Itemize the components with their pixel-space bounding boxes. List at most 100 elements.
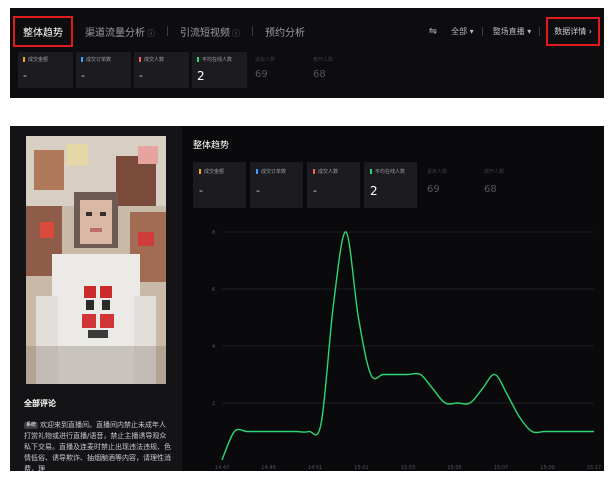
x-tick-label: 14:49 [261, 465, 275, 471]
metric-card[interactable]: 进房人数 69 [421, 162, 474, 208]
all-filter-label: 全部 [451, 26, 468, 36]
tab-label: 整体趋势 [23, 27, 63, 39]
metric-card[interactable]: 成交人数 - [307, 162, 360, 208]
x-tick-label: 15:17 [587, 465, 601, 471]
metric-value: 2 [370, 184, 378, 198]
metric-card[interactable]: 平均在线人数 2 [364, 162, 417, 208]
x-tick-label: 15:01 [354, 465, 368, 471]
metric-label-text: 成交人数 [144, 57, 165, 63]
live-filter-label: 整场直播 [492, 26, 525, 36]
metric-card[interactable]: 成交订单数 - [250, 162, 303, 208]
comments-title: 全部评论 [24, 399, 56, 408]
help-icon[interactable]: ⓘ [147, 29, 155, 38]
metric-value: 68 [313, 69, 326, 80]
live-filter-dropdown[interactable]: 整场直播 ▾ [493, 26, 532, 37]
metric-value: - [199, 184, 203, 197]
metric-color-marker [23, 57, 25, 62]
toolbar-divider [539, 26, 541, 36]
metric-card[interactable]: 离开人数 68 [308, 52, 363, 88]
online-trend-chart[interactable]: 2 4 6 8 14:47 14:49 14:51 15:01 15:03 15:05 15:07 1… [182, 218, 604, 471]
metric-value: 69 [427, 184, 440, 195]
metric-card[interactable]: 进房人数 69 [250, 52, 305, 88]
toolbar: ⇋ 全部 ▾ 整场直播 ▾ 数据详情 › [429, 14, 600, 48]
y-tick-label: 6 [212, 287, 215, 293]
tab-label: 渠道流量分析 [85, 27, 145, 39]
metric-label-text: 离开人数 [484, 169, 505, 175]
metric-value: - [313, 184, 317, 197]
metric-card[interactable]: 平均在线人数 2 [192, 52, 247, 88]
metric-label-text: 离开人数 [313, 57, 334, 63]
metric-label: 成交金额 [23, 56, 68, 63]
metric-card[interactable]: 离开人数 68 [478, 162, 531, 208]
data-detail-label: 数据详情 [554, 26, 587, 36]
x-tick-label: 15:05 [447, 465, 461, 471]
y-tick-label: 8 [212, 230, 215, 236]
live-video-preview[interactable] [26, 136, 166, 384]
tab-label: 预约分析 [265, 27, 305, 39]
x-tick-label: 15:03 [401, 465, 415, 471]
top-panel: 整体趋势 渠道流量分析 ⓘ 引流短视频 ⓘ 预约分析 ⇋ 全部 ▾ 整场直播 ▾ 数… [10, 8, 604, 98]
metric-label: 成交人数 [313, 168, 354, 175]
metric-label: 进房人数 [427, 168, 468, 175]
metric-color-marker [313, 169, 315, 174]
metric-label: 平均在线人数 [370, 168, 411, 175]
tab-short-video[interactable]: 引流短视频 ⓘ [180, 24, 240, 39]
metric-label-text: 成交订单数 [86, 57, 112, 63]
x-tick-label: 15:09 [540, 465, 554, 471]
metric-card[interactable]: 成交金额 - [193, 162, 246, 208]
section-title: 整体趋势 [193, 141, 230, 151]
metric-label-text: 成交金额 [204, 169, 225, 175]
tab-overall-trend[interactable]: 整体趋势 [13, 15, 73, 47]
metric-label-text: 成交订单数 [261, 169, 287, 175]
metric-card[interactable]: 成交人数 - [134, 52, 189, 88]
system-comment: 系统 欢迎来到直播间。直播间内禁止未成年人打赏礼物或进行直播/语音，禁止主播诱导观… [24, 420, 172, 471]
x-tick-label: 15:07 [494, 465, 508, 471]
trend-metric-cards: 成交金额 - 成交订单数 - 成交人数 - 平均在线人数 2 进房人数 69 离开人数 68 [193, 162, 535, 208]
metric-value: - [81, 69, 85, 82]
x-tick-label: 14:51 [308, 465, 322, 471]
metric-label-text: 成交人数 [318, 169, 339, 175]
tab-channel-traffic[interactable]: 渠道流量分析 ⓘ [85, 24, 155, 39]
tab-bar: 整体趋势 渠道流量分析 ⓘ 引流短视频 ⓘ 预约分析 [10, 14, 317, 48]
metric-value: 68 [484, 184, 497, 195]
metric-label: 离开人数 [313, 56, 358, 63]
trend-section: 整体趋势 成交金额 - 成交订单数 - 成交人数 - 平均在线人数 2 进房人数 69 离开人数 68… [182, 126, 604, 471]
metric-value: - [23, 69, 27, 82]
comment-text: 欢迎来到直播间。直播间内禁止未成年人打赏礼物或进行直播/语音，禁止主播诱导观众私… [24, 421, 171, 471]
metric-card[interactable]: 成交金额 - [18, 52, 73, 88]
metric-value: - [139, 69, 143, 82]
video-frame-image [26, 136, 166, 384]
sliders-icon[interactable]: ⇋ [429, 26, 437, 37]
metric-label-text: 成交金额 [28, 57, 49, 63]
tab-reservation[interactable]: 预约分析 [265, 24, 305, 39]
metric-color-marker [370, 169, 372, 174]
metric-label: 成交订单数 [256, 168, 297, 175]
tab-divider [252, 26, 253, 36]
metric-color-marker [81, 57, 83, 62]
tab-divider [167, 26, 168, 36]
metric-card[interactable]: 成交订单数 - [76, 52, 131, 88]
data-detail-button[interactable]: 数据详情 › [546, 16, 600, 46]
y-tick-label: 2 [212, 401, 215, 407]
metric-value: 2 [197, 69, 205, 83]
toolbar-divider [481, 26, 483, 36]
main-panel: 全部评论 系统 欢迎来到直播间。直播间内禁止未成年人打赏礼物或进行直播/语音，禁止… [10, 126, 604, 471]
metric-label-text: 平均在线人数 [202, 57, 233, 63]
metric-label-text: 进房人数 [427, 169, 448, 175]
metric-label: 平均在线人数 [197, 56, 242, 63]
system-badge: 系统 [24, 422, 39, 429]
metric-color-marker [256, 169, 258, 174]
metric-label: 离开人数 [484, 168, 525, 175]
metric-cards: 成交金额 - 成交订单数 - 成交人数 - 平均在线人数 2 进房人数 69 离开人数 68 [18, 52, 366, 88]
metric-label: 成交人数 [139, 56, 184, 63]
live-sidebar: 全部评论 系统 欢迎来到直播间。直播间内禁止未成年人打赏礼物或进行直播/语音，禁止… [10, 126, 182, 471]
x-tick-label: 14:47 [215, 465, 229, 471]
metric-label: 进房人数 [255, 56, 300, 63]
metric-label-text: 进房人数 [255, 57, 276, 63]
metric-color-marker [197, 57, 199, 62]
metric-value: 69 [255, 69, 268, 80]
all-filter-dropdown[interactable]: 全部 ▾ [451, 26, 474, 37]
tab-label: 引流短视频 [180, 27, 230, 39]
metric-color-marker [199, 169, 201, 174]
help-icon[interactable]: ⓘ [232, 29, 240, 38]
